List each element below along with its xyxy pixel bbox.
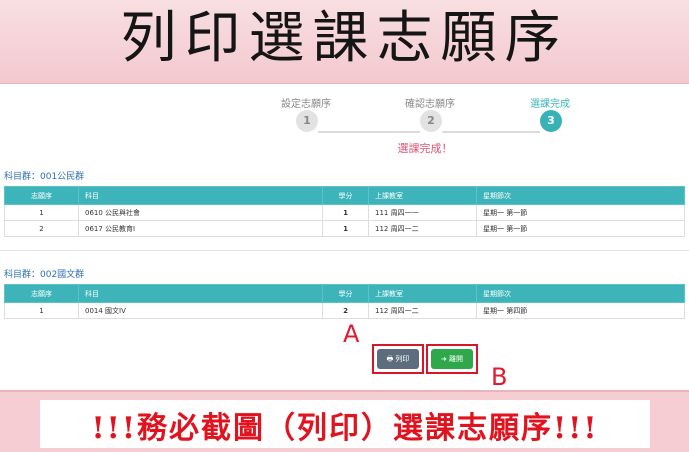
step-3-circle: 3 — [540, 110, 562, 132]
cell-rank: 1 — [4, 302, 79, 319]
step-2-label: 確認志願序 — [405, 99, 455, 110]
main-page: 設定志願序 確認志願序 選課完成 1 2 3 選課完成！ 科目群：001公民群 … — [0, 84, 689, 391]
header-rank: 志願序 — [4, 186, 79, 205]
header-course: 科目 — [78, 284, 323, 303]
step-1-circle: 1 — [296, 110, 318, 132]
table-row: 2 0617 公民教育Ⅰ 1 112 周四一二 星期一 第一節 — [4, 220, 685, 237]
table-row: 1 0610 公民與社會 1 111 周四一一 星期一 第一節 — [4, 204, 685, 221]
course-table-chinese: 志願序 科目 學分 上課教室 星期節次 1 0014 國文IV 2 112 周四… — [4, 284, 685, 319]
header-time: 星期節次 — [476, 186, 685, 205]
cell-course: 0617 公民教育Ⅰ — [78, 220, 323, 237]
cell-credits: 1 — [322, 204, 369, 221]
print-button[interactable]: 🖶 列印 — [377, 349, 419, 369]
bottom-notice-text: !!!務必截圖（列印）選課志願序!!! — [91, 411, 599, 446]
group-title: 科目群：001公民群 — [4, 172, 85, 182]
header-time: 星期節次 — [476, 284, 685, 303]
step-1-label: 設定志願序 — [281, 99, 331, 110]
group-title: 科目群：002國文群 — [4, 270, 85, 280]
cell-time: 星期一 第四節 — [476, 302, 685, 319]
done-message: 選課完成！ — [397, 142, 453, 155]
cell-rank: 2 — [4, 220, 79, 237]
course-table-civics: 志願序 科目 學分 上課教室 星期節次 1 0610 公民與社會 1 111 周… — [4, 186, 685, 237]
cell-time: 星期一 第一節 — [476, 220, 685, 237]
header-course: 科目 — [78, 186, 323, 205]
header-credits: 學分 — [322, 186, 369, 205]
cell-time: 星期一 第一節 — [476, 204, 685, 221]
cell-room: 111 周四一一 — [368, 204, 477, 221]
annotation-marker-a: A — [343, 320, 360, 348]
header-room: 上課教室 — [368, 186, 477, 205]
step-connector-2 — [442, 131, 540, 133]
step-2-circle: 2 — [420, 110, 442, 132]
annotation-marker-b: B — [491, 363, 508, 391]
cell-credits: 1 — [322, 220, 369, 237]
top-banner: 列印選課志願序 — [0, 0, 689, 84]
cell-course: 0610 公民與社會 — [78, 204, 323, 221]
header-credits: 學分 — [322, 284, 369, 303]
cell-course: 0014 國文IV — [78, 302, 323, 319]
step-connector-1 — [318, 131, 420, 133]
cell-room: 112 周四一二 — [368, 302, 477, 319]
table-header-row: 志願序 科目 學分 上課教室 星期節次 — [4, 186, 685, 205]
cell-room: 112 周四一二 — [368, 220, 477, 237]
table-header-row: 志願序 科目 學分 上課教室 星期節次 — [4, 284, 685, 303]
bottom-notice-box: !!!務必截圖（列印）選課志願序!!! — [40, 400, 650, 448]
divider — [0, 250, 689, 251]
step-3-label: 選課完成 — [530, 99, 570, 110]
cell-rank: 1 — [4, 204, 79, 221]
header-rank: 志願序 — [4, 284, 79, 303]
leave-button[interactable]: ➜ 離開 — [431, 349, 473, 369]
cell-credits: 2 — [322, 302, 369, 319]
bottom-banner: !!!務必截圖（列印）選課志願序!!! — [0, 390, 689, 452]
banner-title: 列印選課志願序 — [120, 6, 569, 71]
table-row: 1 0014 國文IV 2 112 周四一二 星期一 第四節 — [4, 302, 685, 319]
header-room: 上課教室 — [368, 284, 477, 303]
